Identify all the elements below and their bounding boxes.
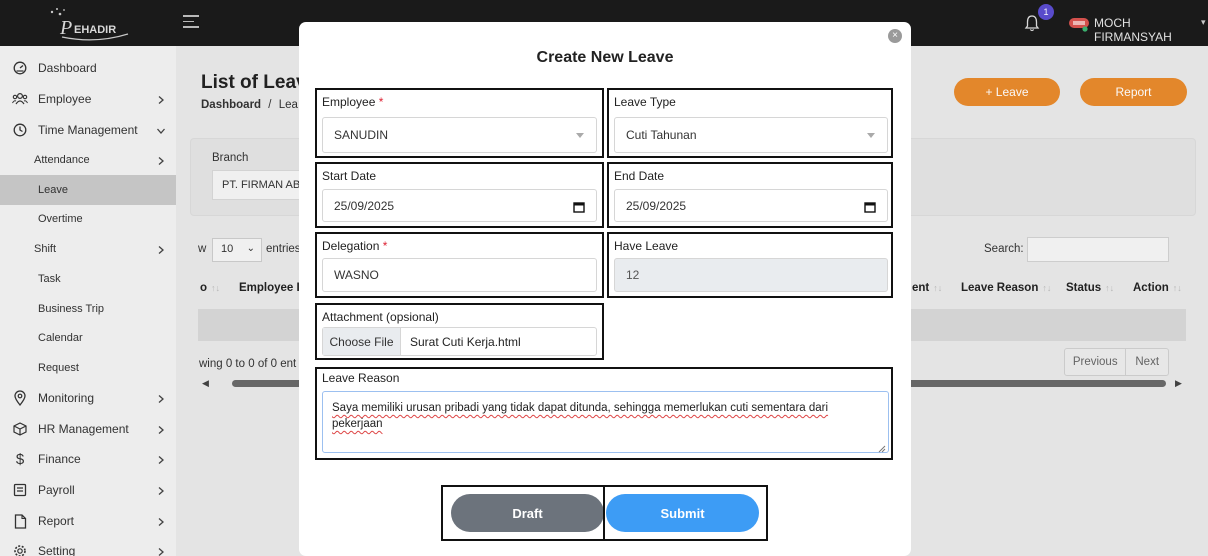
employee-value: SANUDIN [334, 128, 389, 142]
leave-reason-textarea[interactable]: Saya memiliki urusan pribadi yang tidak … [322, 391, 889, 453]
attachment-input[interactable]: Choose File Surat Cuti Kerja.html [322, 327, 597, 356]
leave-type-label: Leave Type [614, 95, 676, 109]
delegation-label: Delegation * [322, 239, 388, 253]
leave-reason-label: Leave Reason [322, 371, 400, 385]
start-date-field-group: Start Date 25/09/2025 [315, 162, 604, 228]
delegation-input[interactable]: WASNO [322, 258, 597, 292]
employee-select[interactable]: SANUDIN [322, 117, 597, 153]
modal-title: Create New Leave [536, 49, 674, 66]
end-date-label: End Date [614, 169, 665, 183]
end-date-input[interactable]: 25/09/2025 [614, 189, 888, 222]
leave-reason-field-group: Leave Reason Saya memiliki urusan pribad… [315, 367, 893, 460]
leave-type-value: Cuti Tahunan [626, 128, 697, 142]
start-date-label: Start Date [322, 169, 377, 183]
leave-type-field-group: Leave Type Cuti Tahunan [607, 88, 893, 158]
resize-handle-icon[interactable] [878, 442, 886, 453]
leave-type-select[interactable]: Cuti Tahunan [614, 117, 888, 153]
end-date-value: 25/09/2025 [626, 198, 687, 213]
create-leave-modal: × Create New Leave Employee * SANUDIN Le… [299, 22, 911, 556]
have-leave-field-group: Have Leave 12 [607, 232, 893, 298]
start-date-input[interactable]: 25/09/2025 [322, 189, 597, 222]
attachment-label: Attachment (opsional) [322, 310, 439, 324]
calendar-icon[interactable] [864, 201, 876, 213]
delegation-value: WASNO [334, 268, 379, 282]
calendar-icon[interactable] [573, 201, 585, 213]
delegation-field-group: Delegation * WASNO [315, 232, 604, 298]
submit-button[interactable]: Submit [606, 494, 759, 532]
file-name: Surat Cuti Kerja.html [410, 334, 521, 349]
employee-label: Employee * [322, 95, 384, 109]
have-leave-label: Have Leave [614, 239, 679, 253]
start-date-value: 25/09/2025 [334, 198, 395, 213]
attachment-field-group: Attachment (opsional) Choose File Surat … [315, 303, 604, 360]
choose-file-button[interactable]: Choose File [323, 328, 401, 355]
end-date-field-group: End Date 25/09/2025 [607, 162, 893, 228]
caret-down-icon [867, 133, 875, 138]
leave-reason-value: Saya memiliki urusan pribadi yang tidak … [332, 402, 829, 431]
have-leave-value: 12 [626, 268, 640, 282]
submit-button-group: Submit [603, 485, 768, 541]
caret-down-icon [576, 133, 584, 138]
close-icon[interactable]: × [888, 29, 902, 43]
draft-button-group: Draft [441, 485, 605, 541]
employee-field-group: Employee * SANUDIN [315, 88, 604, 158]
have-leave-input: 12 [614, 258, 888, 292]
draft-button[interactable]: Draft [451, 494, 604, 532]
